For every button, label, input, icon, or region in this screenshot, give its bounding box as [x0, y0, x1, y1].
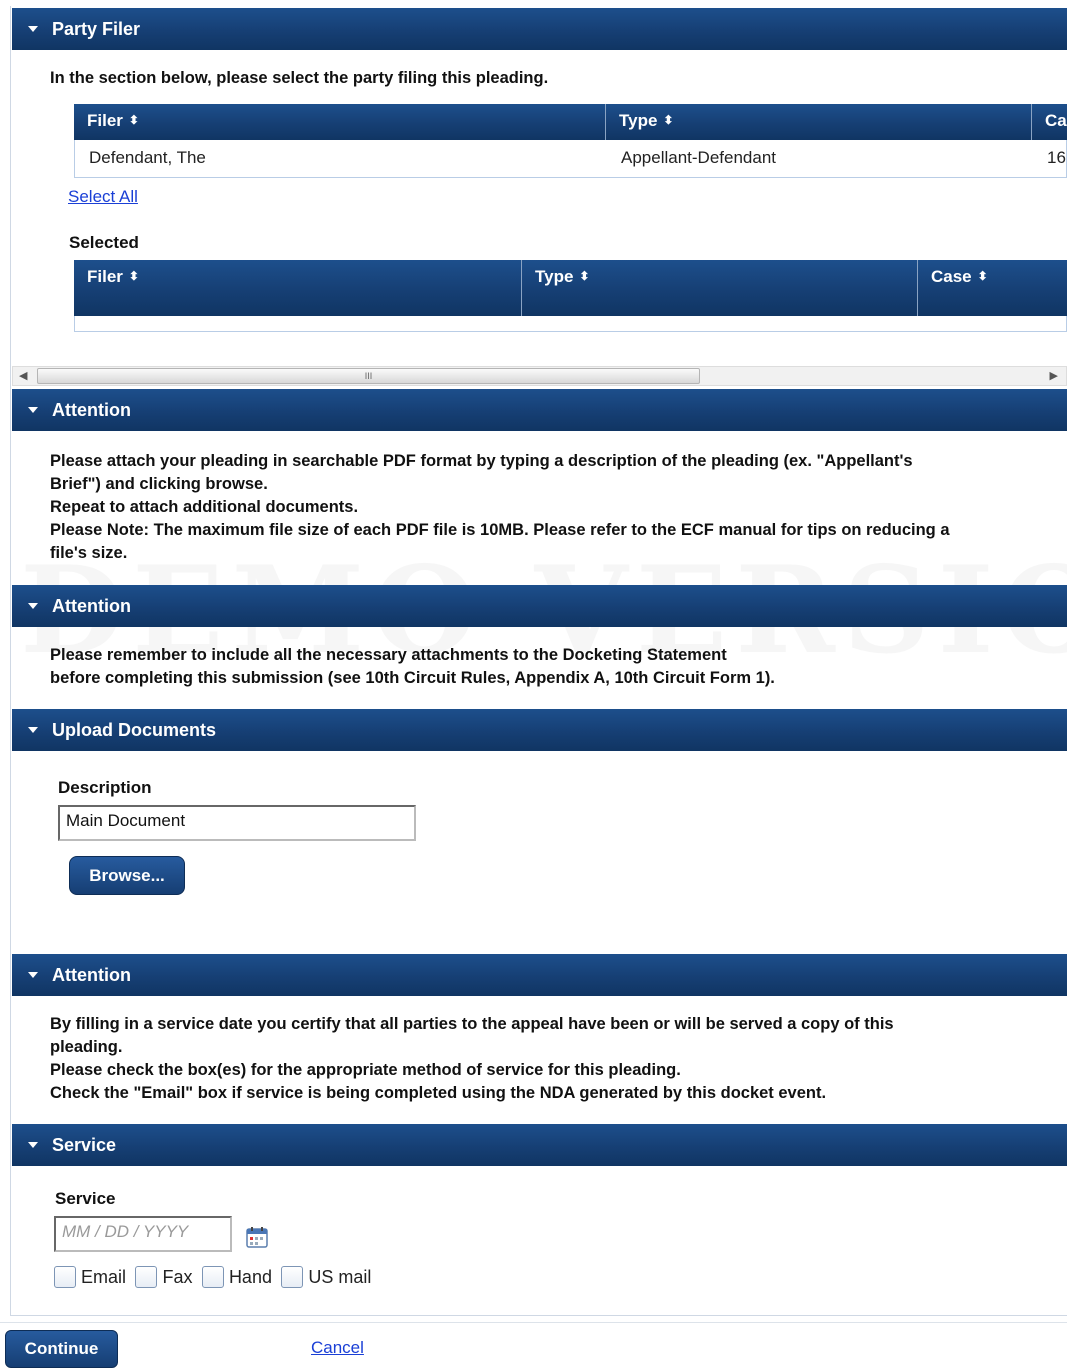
section-title: Service	[52, 1134, 117, 1155]
continue-button[interactable]: Continue	[5, 1330, 118, 1368]
us-mail-checkbox[interactable]	[281, 1266, 304, 1288]
service-date-input[interactable]: MM / DD / YYYY	[54, 1216, 232, 1252]
collapse-triangle-icon[interactable]	[28, 603, 38, 609]
footer-divider	[0, 1322, 1067, 1323]
column-header-type[interactable]: Type ⬍	[606, 104, 1032, 140]
hand-checkbox[interactable]	[201, 1266, 224, 1288]
collapse-triangle-icon[interactable]	[28, 727, 38, 733]
selected-empty-row	[74, 316, 1067, 332]
email-option-label: Email	[81, 1266, 127, 1287]
cancel-link[interactable]: Cancel	[311, 1338, 364, 1357]
column-header-filer[interactable]: Filer ⬍	[74, 104, 606, 140]
selected-label: Selected	[69, 233, 139, 252]
fax-checkbox[interactable]	[135, 1266, 158, 1288]
attention-text-2: Please remember to include all the neces…	[50, 646, 775, 687]
us-mail-option-label: US mail	[308, 1266, 372, 1287]
email-checkbox[interactable]	[54, 1266, 76, 1288]
sort-icon[interactable]: ⬍	[579, 269, 589, 283]
collapse-triangle-icon[interactable]	[28, 1142, 38, 1148]
description-label: Description	[58, 778, 152, 797]
sort-icon[interactable]: ⬍	[978, 269, 988, 283]
service-methods: Email Fax Hand US mail	[54, 1266, 376, 1288]
party-filer-header[interactable]: Party Filer	[12, 8, 1067, 50]
select-all-link[interactable]: Select All	[68, 187, 138, 206]
sort-icon[interactable]: ⬍	[129, 269, 139, 283]
party-filer-instruction: In the section below, please select the …	[50, 69, 549, 87]
selected-parties-header: Filer ⬍ Type ⬍ Case ⬍	[74, 260, 1067, 316]
attention-header-3[interactable]: Attention	[12, 954, 1067, 996]
section-title: Attention	[52, 399, 131, 420]
sort-icon[interactable]: ⬍	[129, 113, 139, 127]
service-header[interactable]: Service	[12, 1124, 1067, 1166]
browse-button[interactable]: Browse...	[69, 856, 185, 895]
collapse-triangle-icon[interactable]	[28, 972, 38, 978]
scroll-right-icon[interactable]: ▶	[1050, 369, 1058, 382]
attention-text-3: By filling in a service date you certify…	[50, 1015, 894, 1102]
section-title: Attention	[52, 595, 131, 616]
attention-header-1[interactable]: Attention	[12, 389, 1067, 431]
description-input[interactable]: Main Document	[58, 805, 416, 841]
column-header-type[interactable]: Type ⬍	[522, 260, 918, 316]
fax-option-label: Fax	[162, 1266, 193, 1287]
case-cell: 16	[1047, 148, 1066, 167]
available-parties-header: Filer ⬍ Type ⬍ Ca	[74, 104, 1067, 140]
attention-header-2[interactable]: Attention	[12, 585, 1067, 627]
calendar-icon[interactable]	[246, 1226, 268, 1248]
horizontal-scrollbar[interactable]: ◀ III ▶	[12, 366, 1067, 386]
scrollbar-thumb[interactable]: III	[37, 368, 700, 384]
filer-cell: Defendant, The	[89, 148, 206, 167]
section-title: Attention	[52, 964, 131, 985]
collapse-triangle-icon[interactable]	[28, 407, 38, 413]
section-title: Upload Documents	[52, 719, 217, 740]
column-header-case[interactable]: Ca	[1032, 104, 1067, 140]
type-cell: Appellant-Defendant	[621, 148, 777, 167]
hand-option-label: Hand	[228, 1266, 272, 1287]
scroll-left-icon[interactable]: ◀	[19, 369, 27, 382]
upload-documents-header[interactable]: Upload Documents	[12, 709, 1067, 751]
table-row[interactable]: Defendant, The Appellant-Defendant 16	[74, 140, 1067, 178]
sort-icon[interactable]: ⬍	[663, 113, 673, 127]
column-header-filer[interactable]: Filer ⬍	[74, 260, 522, 316]
column-header-case[interactable]: Case ⬍	[918, 260, 1067, 316]
service-label: Service	[55, 1189, 116, 1208]
collapse-triangle-icon[interactable]	[28, 26, 38, 32]
attention-text-1: Please attach your pleading in searchabl…	[50, 452, 950, 562]
section-title: Party Filer	[52, 18, 141, 39]
